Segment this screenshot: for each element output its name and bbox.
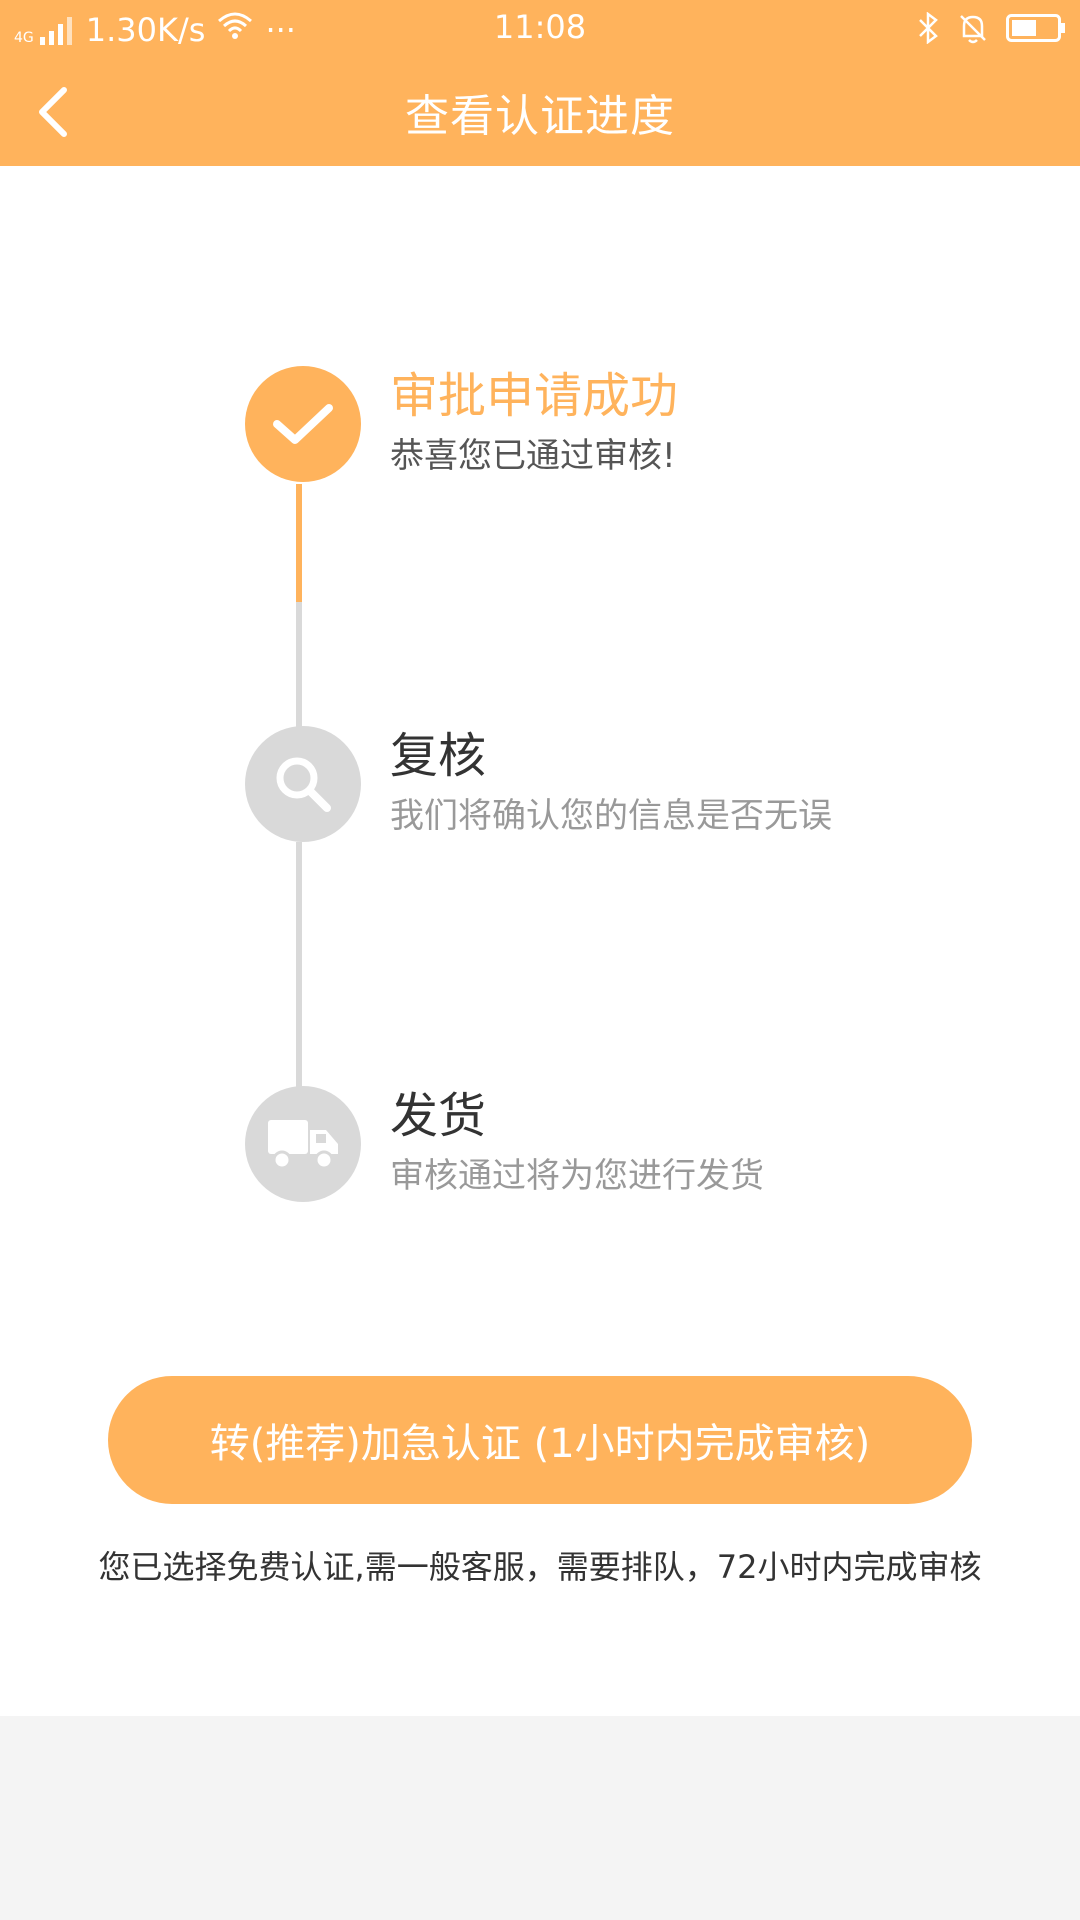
step-shipping-icon bbox=[245, 1086, 361, 1202]
truck-icon bbox=[268, 1120, 338, 1170]
step-review-title: 复核 bbox=[390, 728, 487, 784]
step-shipping-desc: 审核通过将为您进行发货 bbox=[390, 1156, 764, 1196]
step-shipping-title: 发货 bbox=[390, 1088, 487, 1144]
free-certification-note: 您已选择免费认证,需一般客服，需要排队，72小时内完成审核 bbox=[98, 1548, 982, 1586]
step-review-icon bbox=[245, 726, 361, 842]
step-approved-title: 审批申请成功 bbox=[390, 368, 679, 424]
status-right bbox=[916, 10, 1066, 50]
search-icon bbox=[276, 757, 331, 812]
battery-icon bbox=[1006, 14, 1066, 46]
timeline-line-done bbox=[296, 484, 302, 602]
step-approved-desc: 恭喜您已通过审核! bbox=[390, 436, 676, 476]
page-title: 查看认证进度 bbox=[405, 91, 675, 142]
status-bar: 4G 1.30K/s ··· 11:08 bbox=[0, 0, 1080, 58]
check-icon bbox=[273, 404, 333, 444]
step-approved-icon bbox=[245, 366, 361, 482]
timeline-line-pending-2 bbox=[296, 842, 302, 1126]
step-review-desc: 我们将确认您的信息是否无误 bbox=[390, 796, 832, 836]
expedite-certification-button[interactable]: 转(推荐)加急认证 (1小时内完成审核) bbox=[108, 1376, 972, 1504]
mute-bell-icon bbox=[958, 12, 988, 48]
bluetooth-icon bbox=[916, 11, 940, 48]
app-header: 查看认证进度 bbox=[0, 58, 1080, 166]
